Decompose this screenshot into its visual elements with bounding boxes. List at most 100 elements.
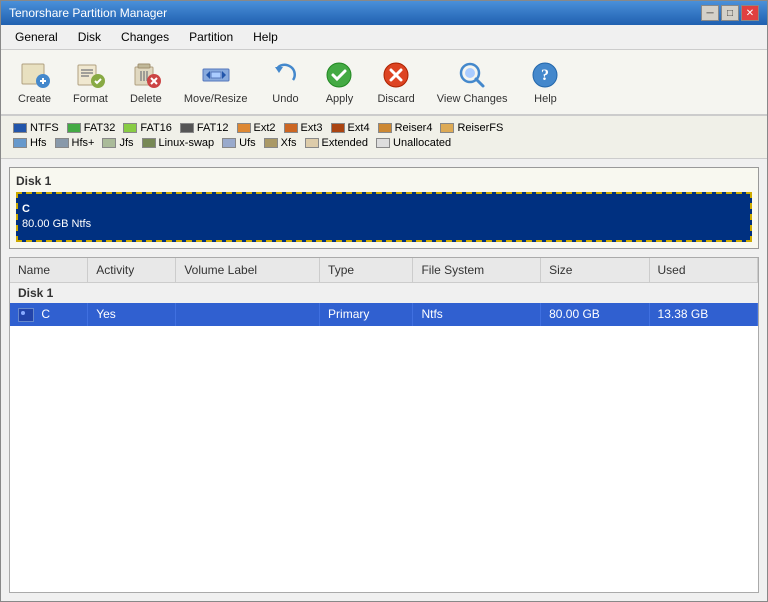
- main-window: Tenorshare Partition Manager ─ □ ✕ Gener…: [0, 0, 768, 602]
- disk-bar-partition-size: 80.00 GB Ntfs: [22, 217, 91, 232]
- legend-jfs-color: [102, 138, 116, 148]
- delete-label: Delete: [130, 93, 162, 105]
- format-button[interactable]: Format: [64, 54, 117, 110]
- legend-fat32-label: FAT32: [84, 122, 116, 134]
- close-button[interactable]: ✕: [741, 5, 759, 21]
- legend-reiser4: Reiser4: [378, 122, 433, 134]
- disk-group-row: Disk 1: [10, 283, 758, 304]
- window-title: Tenorshare Partition Manager: [9, 6, 167, 20]
- legend-ext3: Ext3: [284, 122, 323, 134]
- row-name: C: [10, 303, 88, 326]
- legend-ext3-label: Ext3: [301, 122, 323, 134]
- legend-fat32-color: [67, 123, 81, 133]
- legend-hfs: Hfs: [13, 137, 47, 149]
- menu-help[interactable]: Help: [243, 27, 288, 47]
- legend-ufs-color: [222, 138, 236, 148]
- delete-icon: [130, 59, 162, 91]
- legend-fat16: FAT16: [123, 122, 172, 134]
- undo-icon: [269, 59, 301, 91]
- legend-linux-swap: Linux-swap: [142, 137, 215, 149]
- col-activity: Activity: [88, 258, 176, 283]
- row-used: 13.38 GB: [649, 303, 757, 326]
- delete-button[interactable]: Delete: [121, 54, 171, 110]
- legend-xfs-label: Xfs: [281, 137, 297, 149]
- row-size: 80.00 GB: [541, 303, 649, 326]
- row-type: Primary: [320, 303, 413, 326]
- move-resize-button[interactable]: Move/Resize: [175, 54, 257, 110]
- legend-extended: Extended: [305, 137, 368, 149]
- svg-text:?: ?: [541, 67, 549, 84]
- legend-ext4: Ext4: [331, 122, 370, 134]
- partition-table: Name Activity Volume Label Type File Sys…: [9, 257, 759, 593]
- col-volume-label: Volume Label: [176, 258, 320, 283]
- legend-fat16-label: FAT16: [140, 122, 172, 134]
- legend-reiserfs: ReiserFS: [440, 122, 503, 134]
- apply-label: Apply: [326, 93, 354, 105]
- col-file-system: File System: [413, 258, 541, 283]
- row-activity: Yes: [88, 303, 176, 326]
- legend-ntfs: NTFS: [13, 122, 59, 134]
- legend-xfs: Xfs: [264, 137, 297, 149]
- legend-unallocated-label: Unallocated: [393, 137, 451, 149]
- undo-button[interactable]: Undo: [260, 54, 310, 110]
- legend-extended-color: [305, 138, 319, 148]
- legend-xfs-color: [264, 138, 278, 148]
- legend-fat16-color: [123, 123, 137, 133]
- legend-fat12-color: [180, 123, 194, 133]
- apply-button[interactable]: Apply: [314, 54, 364, 110]
- disk-visual-label: Disk 1: [16, 174, 752, 188]
- maximize-button[interactable]: □: [721, 5, 739, 21]
- col-used: Used: [649, 258, 757, 283]
- disk-group-label: Disk 1: [10, 283, 758, 304]
- undo-label: Undo: [272, 93, 298, 105]
- menu-general[interactable]: General: [5, 27, 68, 47]
- disk-visual-area: Disk 1 C 80.00 GB Ntfs: [9, 167, 759, 249]
- view-changes-button[interactable]: View Changes: [428, 54, 517, 110]
- row-file-system: Ntfs: [413, 303, 541, 326]
- legend-jfs-label: Jfs: [119, 137, 133, 149]
- legend-row-2: Hfs Hfs+ Jfs Linux-swap Ufs Xfs: [13, 137, 755, 149]
- legend-jfs: Jfs: [102, 137, 133, 149]
- format-label: Format: [73, 93, 108, 105]
- discard-button[interactable]: Discard: [368, 54, 423, 110]
- discard-icon: [380, 59, 412, 91]
- legend-hfsplus-label: Hfs+: [72, 137, 95, 149]
- create-label: Create: [18, 93, 51, 105]
- legend-ntfs-label: NTFS: [30, 122, 59, 134]
- row-volume-label: [176, 303, 320, 326]
- legend-ext4-color: [331, 123, 345, 133]
- legend-reiser4-color: [378, 123, 392, 133]
- legend-reiser4-label: Reiser4: [395, 122, 433, 134]
- help-button[interactable]: ? Help: [520, 54, 570, 110]
- disk-bar-partition-name: C: [22, 202, 91, 217]
- move-resize-label: Move/Resize: [184, 93, 248, 105]
- legend-hfsplus: Hfs+: [55, 137, 95, 149]
- minimize-button[interactable]: ─: [701, 5, 719, 21]
- view-changes-icon: [456, 59, 488, 91]
- col-name: Name: [10, 258, 88, 283]
- toolbar: Create Format: [1, 50, 767, 116]
- legend-reiserfs-label: ReiserFS: [457, 122, 503, 134]
- legend-extended-label: Extended: [322, 137, 368, 149]
- legend-unallocated-color: [376, 138, 390, 148]
- menu-bar: General Disk Changes Partition Help: [1, 25, 767, 50]
- create-button[interactable]: Create: [9, 54, 60, 110]
- legend-hfs-color: [13, 138, 27, 148]
- help-icon: ?: [529, 59, 561, 91]
- legend-ext4-label: Ext4: [348, 122, 370, 134]
- menu-partition[interactable]: Partition: [179, 27, 243, 47]
- legend-linux-swap-color: [142, 138, 156, 148]
- legend-ext2-label: Ext2: [254, 122, 276, 134]
- table-row[interactable]: C Yes Primary Ntfs 80.00 GB 13.38 GB: [10, 303, 758, 326]
- menu-changes[interactable]: Changes: [111, 27, 179, 47]
- legend-reiserfs-color: [440, 123, 454, 133]
- legend-ntfs-color: [13, 123, 27, 133]
- disk-bar[interactable]: C 80.00 GB Ntfs: [16, 192, 752, 242]
- legend-fat12: FAT12: [180, 122, 229, 134]
- col-size: Size: [541, 258, 649, 283]
- discard-label: Discard: [377, 93, 414, 105]
- view-changes-label: View Changes: [437, 93, 508, 105]
- menu-disk[interactable]: Disk: [68, 27, 111, 47]
- format-icon: [74, 59, 106, 91]
- legend-hfs-label: Hfs: [30, 137, 47, 149]
